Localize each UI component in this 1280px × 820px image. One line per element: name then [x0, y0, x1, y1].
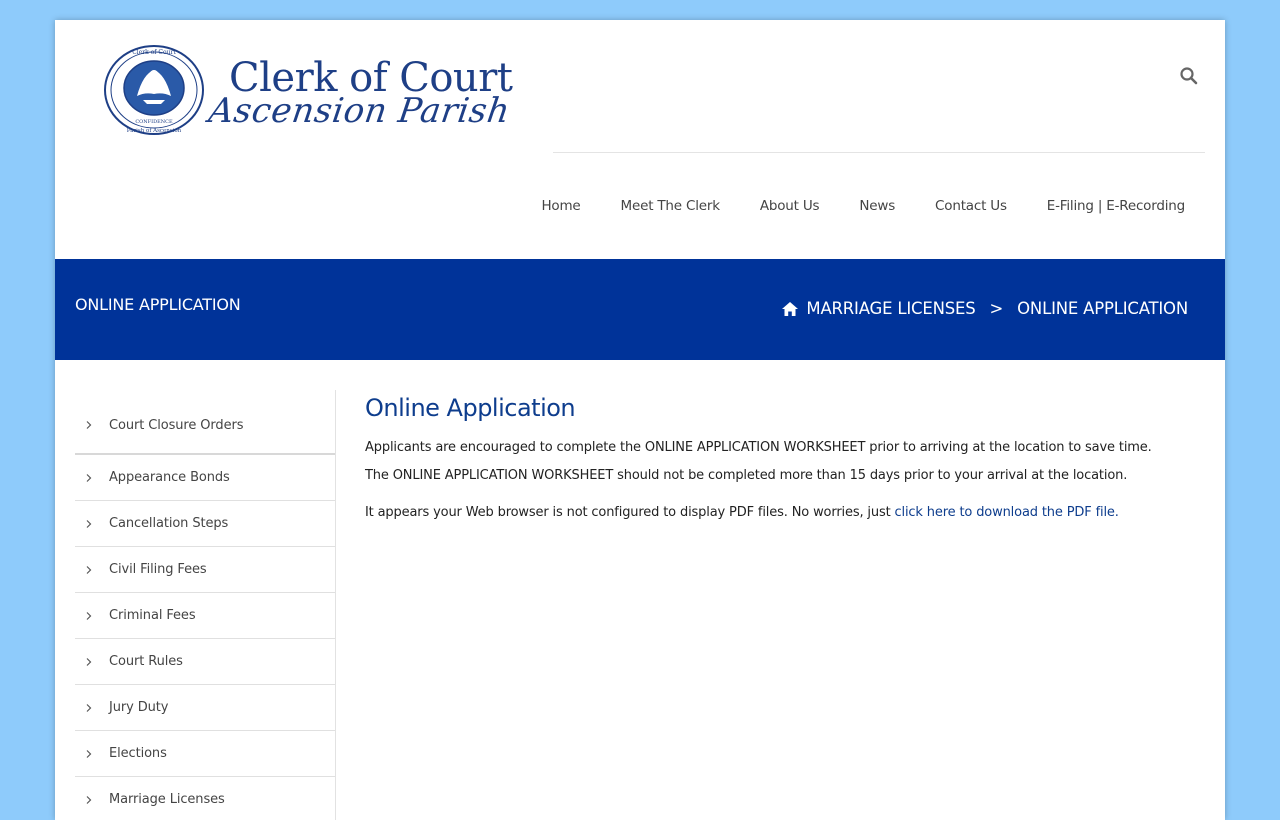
breadcrumb-separator: > [989, 299, 1004, 318]
breadcrumb-current: ONLINE APPLICATION [1017, 299, 1188, 318]
sidebar-item-criminal-fees[interactable]: Criminal Fees [75, 593, 335, 639]
nav-item-about-us[interactable]: About Us [760, 198, 820, 214]
search-icon[interactable] [1179, 66, 1199, 86]
nav-item-news[interactable]: News [859, 198, 895, 214]
pdf-notice: It appears your Web browser is not confi… [365, 505, 1205, 520]
main-content: Online Application Applicants are encour… [365, 394, 1205, 520]
sidebar-item-label: Civil Filing Fees [109, 562, 207, 577]
sidebar-item-court-closure-orders[interactable]: Court Closure Orders [75, 390, 335, 455]
sidebar-item-label: Elections [109, 746, 167, 761]
nav-item-meet-the-clerk[interactable]: Meet The Clerk [621, 198, 720, 214]
sidebar-item-label: Criminal Fees [109, 608, 196, 623]
site-logo[interactable]: Clerk of Court CONFIDENCE Parish of Asce… [103, 44, 533, 136]
svg-text:CONFIDENCE: CONFIDENCE [135, 119, 173, 125]
sidebar-item-cancellation-steps[interactable]: Cancellation Steps [75, 501, 335, 547]
banner-title: ONLINE APPLICATION [75, 295, 241, 314]
sidebar-item-label: Cancellation Steps [109, 516, 229, 531]
worksheet-note: The ONLINE APPLICATION WORKSHEET should … [365, 468, 1128, 483]
logo-subtitle: Ascension Parish [206, 91, 513, 131]
breadcrumb-marriage-licenses[interactable]: MARRIAGE LICENSES [806, 299, 975, 318]
intro-paragraph: Applicants are encouraged to complete th… [365, 440, 1152, 455]
sidebar-item-appearance-bonds[interactable]: Appearance Bonds [75, 455, 335, 501]
sidebar-item-label: Appearance Bonds [109, 470, 230, 485]
chevron-right-icon [86, 611, 92, 620]
sidebar-item-marriage-licenses[interactable]: Marriage Licenses [75, 777, 335, 820]
breadcrumb: MARRIAGE LICENSES > ONLINE APPLICATION [782, 299, 1188, 318]
chevron-right-icon [86, 421, 92, 429]
page-title: Online Application [365, 394, 576, 422]
sidebar-item-label: Jury Duty [109, 700, 169, 715]
sidebar-item-jury-duty[interactable]: Jury Duty [75, 685, 335, 731]
svg-text:Parish of Ascension: Parish of Ascension [127, 128, 182, 134]
chevron-right-icon [86, 749, 92, 758]
chevron-right-icon [86, 519, 92, 528]
chevron-right-icon [86, 657, 92, 666]
chevron-right-icon [86, 565, 92, 574]
sidebar-item-elections[interactable]: Elections [75, 731, 335, 777]
download-pdf-link[interactable]: click here to download the PDF file. [895, 505, 1119, 520]
chevron-right-icon [86, 703, 92, 712]
sidebar-item-court-rules[interactable]: Court Rules [75, 639, 335, 685]
home-icon[interactable] [782, 301, 799, 316]
pdf-notice-text: It appears your Web browser is not confi… [365, 505, 895, 520]
page-banner: ONLINE APPLICATION MARRIAGE LICENSES > O… [55, 259, 1225, 360]
nav-item-home[interactable]: Home [541, 198, 580, 214]
sidebar: Court Closure Orders Appearance Bonds Ca… [75, 390, 336, 820]
nav-item-e-filing[interactable]: E-Filing | E-Recording [1047, 198, 1185, 214]
header-divider [553, 152, 1205, 153]
page-container: Clerk of Court CONFIDENCE Parish of Asce… [55, 20, 1225, 820]
parish-seal-icon: Clerk of Court CONFIDENCE Parish of Asce… [104, 45, 204, 135]
chevron-right-icon [86, 473, 92, 482]
nav-item-contact-us[interactable]: Contact Us [935, 198, 1007, 214]
sidebar-item-label: Court Rules [109, 654, 183, 669]
main-nav: Home Meet The Clerk About Us News Contac… [501, 198, 1185, 214]
sidebar-item-civil-filing-fees[interactable]: Civil Filing Fees [75, 547, 335, 593]
sidebar-item-label: Court Closure Orders [109, 417, 244, 433]
svg-text:Clerk of Court: Clerk of Court [132, 49, 176, 56]
